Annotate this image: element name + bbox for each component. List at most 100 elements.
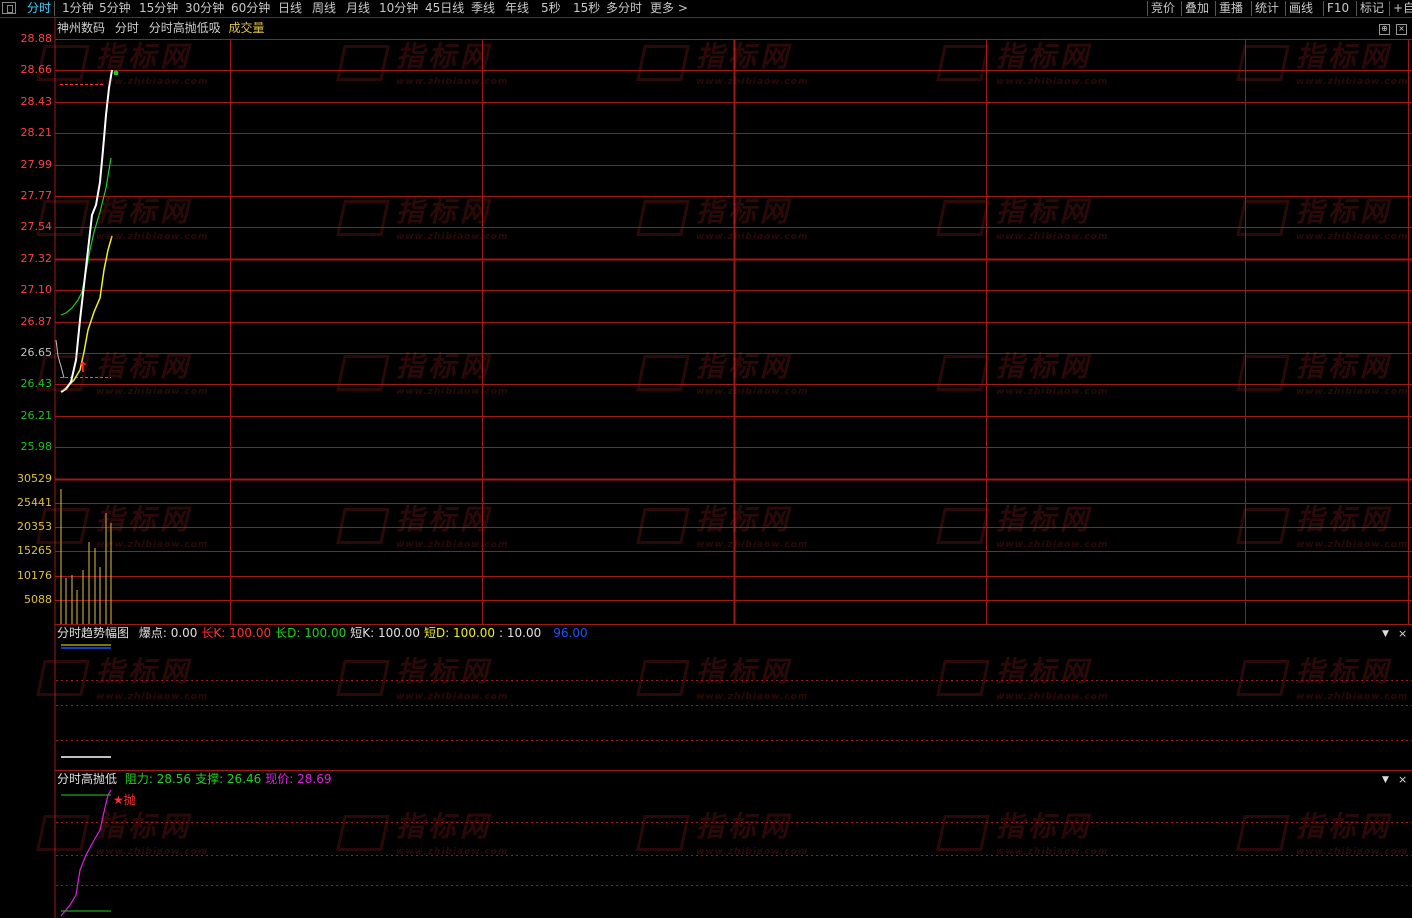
watermark-logo-icon: [36, 814, 90, 851]
watermark-text: 指标网: [1296, 503, 1393, 536]
watermark-text: 指标网: [696, 655, 793, 688]
watermark: 指标网 www.zhibiaow.com: [1236, 190, 1409, 242]
price-tick-label: 28.43: [20, 94, 53, 108]
watermark-text: 指标网: [396, 810, 493, 843]
watermark: 指标网 www.zhibiaow.com: [636, 498, 808, 550]
volume-tick-label: 20353: [17, 520, 52, 533]
watermark-logo-icon: [1236, 199, 1290, 236]
watermark-url: www.zhibiaow.com: [996, 76, 1109, 87]
watermark: 指标网 www.zhibiaow.com: [936, 35, 1109, 87]
price-tick-label: 26.65: [20, 346, 53, 359]
watermark-url: www.zhibiaow.com: [396, 386, 509, 397]
watermark-text: 指标网: [996, 195, 1093, 228]
watermark-logo-icon: [336, 814, 390, 851]
watermark-logo-icon: [636, 44, 690, 81]
watermark: 指标网 www.zhibiaow.com: [1236, 805, 1408, 857]
watermark-logo-icon: [636, 659, 690, 696]
indicator2-header: 分时高抛低 阻力: 28.56 支撑: 26.46 现价: 28.69: [57, 772, 338, 786]
price-tick-label: 26.87: [20, 314, 53, 328]
price-tick-label: 27.54: [20, 220, 53, 234]
watermark-logo-icon: [936, 44, 990, 81]
watermark: 指标网 www.zhibiaow.com: [636, 650, 809, 702]
watermark-text: 指标网: [396, 655, 493, 688]
watermark-logo-icon: [336, 507, 390, 544]
watermark-url: www.zhibiaow.com: [1296, 539, 1409, 550]
watermark-text: 指标网: [1296, 350, 1393, 383]
indicator-value: 短D: 100.00: [423, 626, 496, 640]
watermark-url: www.zhibiaow.com: [396, 76, 509, 87]
indicator2-name[interactable]: 分时高抛低: [57, 772, 117, 786]
watermark-logo-icon: [636, 354, 690, 391]
watermark-logo-icon: [336, 659, 390, 696]
watermark: 指标网 www.zhibiaow.com: [336, 35, 509, 87]
watermark: 指标网 www.zhibiaow.com: [636, 190, 808, 242]
watermark: 指标网 www.zhibiaow.com: [336, 190, 508, 242]
watermark-url: www.zhibiaow.com: [96, 691, 209, 702]
watermark: 指标网 www.zhibiaow.com: [36, 190, 209, 242]
watermark-text: 指标网: [96, 195, 193, 228]
watermark-text: 指标网: [696, 195, 793, 228]
watermark-url: www.zhibiaow.com: [1296, 231, 1409, 242]
watermark: 指标网 www.zhibiaow.com: [1236, 498, 1409, 550]
watermark-text: 指标网: [996, 655, 1093, 688]
watermark-url: www.zhibiaow.com: [996, 231, 1109, 242]
watermark-logo-icon: [1236, 659, 1290, 696]
watermark-logo-icon: [336, 199, 390, 236]
watermark-text: 指标网: [396, 503, 493, 536]
watermark: 指标网 www.zhibiaow.com: [936, 190, 1109, 242]
watermark-text: 指标网: [696, 40, 793, 73]
watermark-logo-icon: [636, 199, 690, 236]
indicator-value: 96.00: [553, 626, 588, 640]
watermark-url: www.zhibiaow.com: [696, 76, 809, 87]
watermark-url: www.zhibiaow.com: [96, 76, 209, 87]
watermark-logo-icon: [1236, 507, 1290, 544]
watermark-text: 指标网: [996, 40, 1093, 73]
watermark-logo-icon: [336, 354, 390, 391]
watermark-logo-icon: [636, 507, 690, 544]
indicator2-close-icon[interactable]: ×: [1398, 773, 1407, 786]
indicator2-dropdown-icon[interactable]: ▼: [1382, 775, 1389, 785]
watermark-url: www.zhibiaow.com: [96, 231, 209, 242]
watermark-logo-icon: [936, 354, 990, 391]
price-tick-label: 28.66: [20, 63, 53, 77]
watermark-logo-icon: [36, 659, 90, 696]
watermark-url: www.zhibiaow.com: [996, 539, 1109, 550]
watermark-url: www.zhibiaow.com: [696, 691, 809, 702]
watermark-url: www.zhibiaow.com: [696, 386, 809, 397]
watermark-logo-icon: [1236, 44, 1290, 81]
watermark: 指标网 www.zhibiaow.com: [36, 35, 209, 87]
watermark-text: 指标网: [396, 40, 493, 73]
watermark-text: 指标网: [96, 350, 193, 383]
watermark: 指标网 www.zhibiaow.com: [636, 35, 809, 87]
indicator1-dropdown-icon[interactable]: ▼: [1382, 629, 1389, 639]
watermark-url: www.zhibiaow.com: [96, 539, 209, 550]
watermark-logo-icon: [636, 814, 690, 851]
watermark-text: 指标网: [96, 503, 193, 536]
watermark-text: 指标网: [396, 195, 493, 228]
watermark-url: www.zhibiaow.com: [1296, 691, 1409, 702]
watermark-url: www.zhibiaow.com: [1296, 386, 1409, 397]
watermark-text: 指标网: [1296, 655, 1393, 688]
watermark: 指标网 www.zhibiaow.com: [936, 650, 1109, 702]
watermark-url: www.zhibiaow.com: [396, 846, 509, 857]
watermark: 指标网 www.zhibiaow.com: [1236, 650, 1409, 702]
volume-tick-label: 30529: [17, 472, 52, 485]
watermark: 指标网 www.zhibiaow.com: [636, 345, 809, 397]
price-tick-label: 27.99: [20, 157, 53, 171]
volume-tick-label: 5088: [24, 593, 52, 606]
watermark-text: 指标网: [1296, 810, 1393, 843]
price-tick-label: 26.43: [20, 377, 53, 391]
watermark-url: www.zhibiaow.com: [996, 691, 1109, 702]
watermark-logo-icon: [1236, 354, 1290, 391]
indicator1-name[interactable]: 分时趋势幅图: [57, 626, 129, 640]
watermark: 指标网 www.zhibiaow.com: [36, 498, 209, 550]
indicator-value: 长D: 100.00: [275, 626, 347, 640]
indicator-value: 短K: 100.00: [350, 626, 420, 640]
watermark: 指标网 www.zhibiaow.com: [936, 345, 1108, 397]
watermark-text: 指标网: [96, 655, 193, 688]
sell-signal-label: ★抛: [113, 793, 136, 807]
watermark-url: www.zhibiaow.com: [396, 539, 509, 550]
watermark-logo-icon: [1236, 814, 1290, 851]
indicator1-close-icon[interactable]: ×: [1398, 627, 1407, 640]
indicator-value: 现价: 28.69: [265, 772, 332, 786]
